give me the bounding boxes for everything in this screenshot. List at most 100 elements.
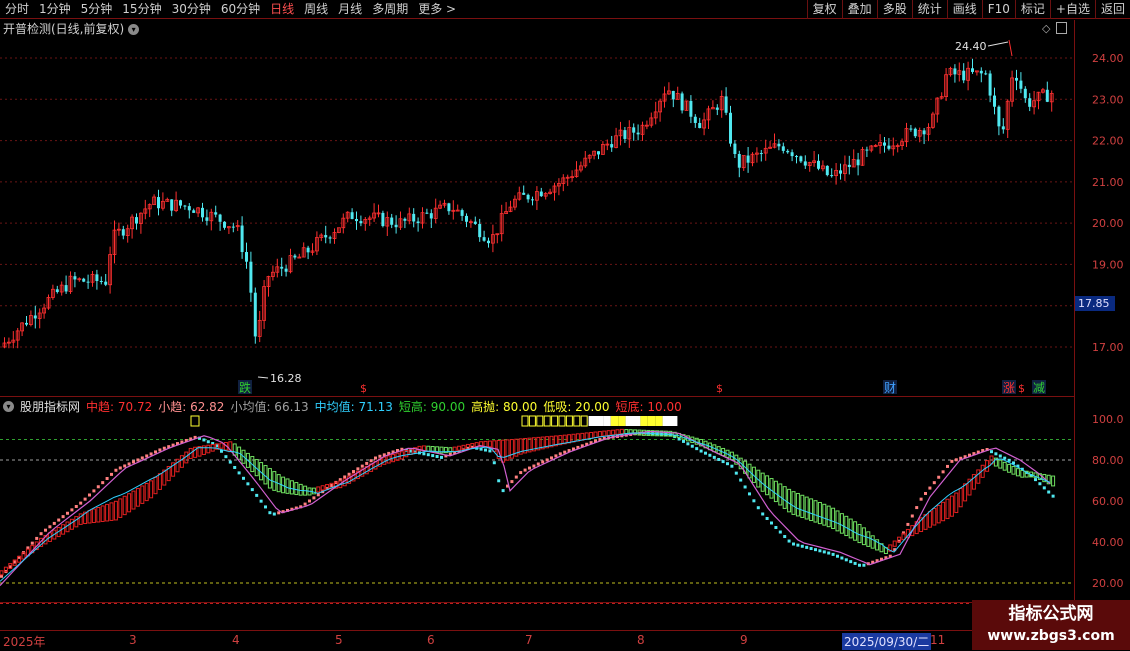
signal-cell: [551, 415, 559, 427]
candle-body: [531, 199, 534, 201]
signal-box: [190, 415, 200, 427]
indicator-short-block: [79, 501, 83, 505]
indicator-short-block: [259, 499, 263, 503]
indicator-short-block: [541, 460, 545, 464]
candle-body: [170, 199, 174, 211]
indicator-mid-block: [773, 480, 778, 503]
date-label-3: 5: [335, 633, 343, 647]
indicator-short-block: [690, 444, 694, 448]
indicator-short-block: [528, 466, 531, 470]
candle-body: [359, 221, 363, 224]
indicator-short-block: [950, 459, 954, 463]
signal-cell: [528, 415, 536, 427]
indicator-mid-block: [113, 500, 118, 521]
candle-body: [610, 144, 614, 148]
event-marker-0: 跌: [239, 380, 251, 395]
indicator-short-block: [101, 481, 105, 485]
candle-body: [817, 160, 820, 169]
indicator-short-block: [277, 511, 281, 515]
indicator-mid-block: [853, 521, 858, 541]
candle-body: [887, 145, 891, 149]
indicator-mid-block: [1051, 475, 1056, 487]
candle-body: [865, 149, 869, 151]
chart-canvas[interactable]: 24.0023.0022.0021.0020.0019.0017.00100.0…: [0, 0, 1130, 650]
indicator-short-block: [272, 512, 276, 516]
date-label-5: 7: [525, 633, 533, 647]
indicator-short-block: [699, 449, 703, 453]
indicator-mid-block: [457, 445, 462, 451]
indicator-short-block: [712, 455, 716, 459]
candle-body: [803, 161, 807, 166]
candle-body: [539, 191, 543, 197]
date-label-8: 11: [930, 633, 946, 647]
indicator-mid-block: [492, 440, 497, 452]
indicator-mid-block: [941, 501, 946, 522]
indicator-short-block: [761, 512, 765, 516]
indicator-mid-block: [571, 433, 576, 443]
indicator-mid-block: [153, 476, 158, 495]
indicator-mid-block: [848, 518, 853, 539]
indicator-mid-block: [289, 480, 294, 495]
candle-body: [460, 210, 464, 216]
event-marker-2: $: [716, 382, 723, 395]
candle-body: [412, 213, 416, 222]
candle-body: [724, 96, 728, 113]
candle-body: [1019, 80, 1023, 89]
indicator-mid-block: [787, 488, 792, 513]
high-price-label: 24.40: [955, 40, 987, 53]
candle-body: [597, 151, 600, 155]
indicator-short-block: [92, 489, 96, 493]
candle-body: [355, 218, 358, 222]
indicator-short-block: [44, 528, 47, 532]
indicator-mid-block: [179, 455, 184, 468]
indicator-short-block: [523, 468, 527, 472]
candle-body: [795, 156, 798, 158]
indicator-value-6: 低吸: 20.00: [543, 399, 610, 414]
candle-body: [746, 155, 750, 163]
low-arrow: [257, 376, 269, 379]
candle-body: [733, 143, 737, 155]
candle-body: [1028, 98, 1032, 107]
indicator-short-block: [919, 497, 923, 501]
indicator-mid-block: [615, 429, 620, 435]
price-axis: [1074, 20, 1130, 630]
indicator-short-block: [734, 471, 738, 475]
indicator-mid-block: [870, 535, 875, 549]
candle-body: [715, 107, 719, 110]
indicator-short-block: [787, 539, 791, 543]
candle-body: [1001, 126, 1005, 130]
candle-body: [979, 70, 983, 74]
indicator-mid-block: [100, 505, 105, 522]
indicator-short-block: [303, 502, 307, 506]
indicator-short-block: [1042, 486, 1046, 490]
indicator-short-block: [695, 447, 699, 451]
indicator-short-block: [686, 442, 690, 446]
candle-body: [99, 281, 103, 283]
indicator-mid-block: [149, 480, 154, 499]
indicator-mid-block: [954, 492, 959, 514]
indicator-mid-block: [822, 503, 827, 526]
indicator-short-block: [352, 470, 355, 474]
candle-body: [429, 213, 433, 219]
chevron-down-icon[interactable]: ▾: [3, 400, 14, 412]
indicator-short-block: [519, 471, 523, 475]
indicator-mid-block: [1002, 461, 1007, 471]
indicator-mid-block: [782, 486, 787, 509]
indicator-short-block: [862, 563, 866, 567]
indicator-short-block: [497, 479, 501, 483]
indicator-short-block: [488, 449, 492, 453]
candle-body: [693, 116, 697, 123]
indicator-mid-block: [998, 459, 1003, 469]
indicator-short-block: [158, 448, 162, 452]
indicator-mid-block: [932, 508, 937, 526]
indicator-short-block: [127, 462, 131, 466]
watermark-url: www.zbgs3.com: [987, 628, 1115, 644]
candle-body: [104, 281, 108, 285]
indicator-mid-block: [945, 498, 950, 520]
candle-body: [25, 322, 28, 325]
indicator-short-block: [30, 541, 34, 545]
indicator-mid-block: [795, 492, 800, 517]
indicator-mid-block: [817, 501, 822, 525]
indicator-short-block: [726, 462, 729, 466]
indicator-mid-block: [831, 507, 836, 530]
